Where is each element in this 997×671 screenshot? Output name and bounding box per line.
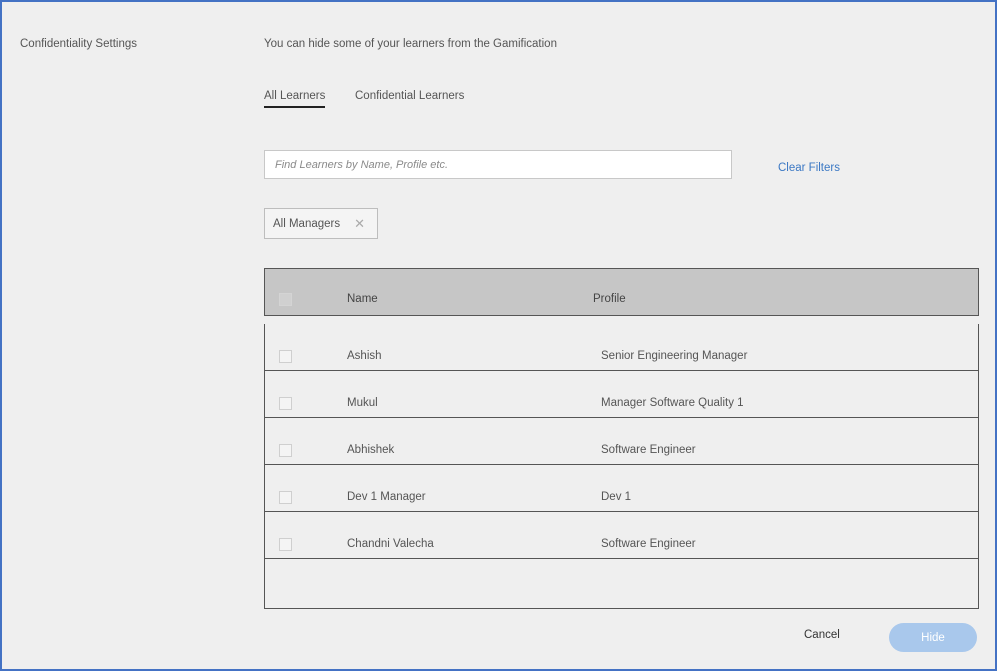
- table-row: Abhishek Software Engineer: [265, 418, 978, 465]
- confidentiality-settings-panel: Confidentiality Settings You can hide so…: [0, 0, 997, 671]
- learner-name: Chandni Valecha: [347, 538, 434, 550]
- learner-profile: Manager Software Quality 1: [601, 397, 744, 409]
- tab-all-learners[interactable]: All Learners: [264, 90, 326, 108]
- learner-profile: Dev 1: [601, 491, 632, 503]
- learners-table: Name Profile Ashish Senior Engineering M…: [264, 268, 979, 610]
- learner-profile: Software Engineer: [601, 444, 696, 456]
- table-row: Ashish Senior Engineering Manager: [265, 324, 978, 371]
- filter-chip-label: All Managers: [273, 217, 341, 230]
- tab-confidential-learners[interactable]: Confidential Learners: [355, 90, 464, 102]
- learner-name: Abhishek: [347, 444, 395, 456]
- column-header-name: Name: [347, 293, 378, 305]
- cancel-button[interactable]: Cancel: [804, 629, 840, 641]
- intro-text: You can hide some of your learners from …: [264, 38, 557, 50]
- filter-chip-all-managers: All Managers ✕: [264, 208, 379, 239]
- table-row: Mukul Manager Software Quality 1: [265, 371, 978, 418]
- learner-name: Ashish: [347, 350, 382, 362]
- row-checkbox[interactable]: [279, 538, 292, 551]
- learner-name: Mukul: [347, 397, 378, 409]
- search-input[interactable]: [264, 150, 732, 179]
- clear-filters-link[interactable]: Clear Filters: [778, 162, 840, 174]
- table-row: Dev 1 Manager Dev 1: [265, 465, 978, 512]
- close-icon[interactable]: ✕: [354, 216, 365, 232]
- row-checkbox[interactable]: [279, 397, 292, 410]
- column-header-profile: Profile: [593, 293, 626, 305]
- row-checkbox[interactable]: [279, 444, 292, 457]
- learner-name: Dev 1 Manager: [347, 491, 426, 503]
- section-label: Confidentiality Settings: [20, 38, 137, 50]
- learner-profile: Senior Engineering Manager: [601, 350, 748, 362]
- row-checkbox[interactable]: [279, 491, 292, 504]
- table-header: Name Profile: [264, 268, 979, 316]
- row-checkbox[interactable]: [279, 350, 292, 363]
- select-all-checkbox[interactable]: [279, 293, 292, 306]
- table-row: Chandni Valecha Software Engineer: [265, 512, 978, 559]
- learner-profile: Software Engineer: [601, 538, 696, 550]
- hide-button[interactable]: Hide: [889, 623, 977, 652]
- table-body: Ashish Senior Engineering Manager Mukul …: [264, 324, 979, 609]
